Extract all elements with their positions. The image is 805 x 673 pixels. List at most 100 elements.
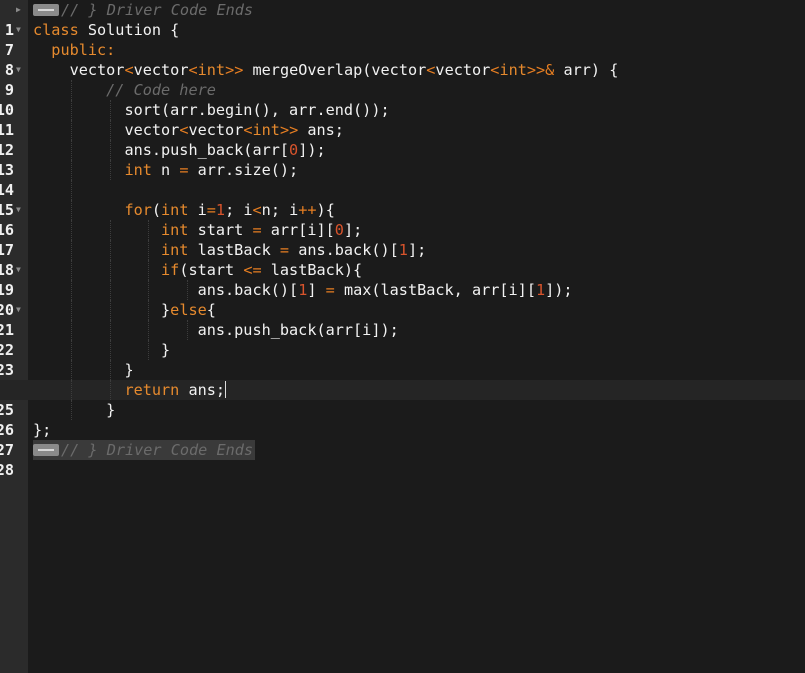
operator: >>	[279, 121, 299, 139]
code-line-20[interactable]: 20 ans.back()[1] = max(lastBack, arr[i][…	[0, 280, 805, 319]
code-line-10[interactable]: 10 // Code here	[0, 80, 805, 119]
code-text: ]);	[298, 141, 326, 159]
code-editor[interactable]: 1 ▶ // } Driver Code Ends 7 ▼ class Solu…	[0, 0, 805, 673]
code-text: arr) {	[554, 61, 619, 79]
code-text: arr[i][	[261, 221, 335, 239]
code-text: ];	[407, 241, 427, 259]
line-content: }	[33, 400, 115, 420]
code-text: max(lastBack, arr[i][	[334, 281, 536, 299]
indent-guide	[71, 180, 72, 200]
code-line-24[interactable]: 24 }	[0, 360, 805, 399]
code-text: n	[151, 161, 180, 179]
code-text: sort(arr.begin(), arr.end());	[124, 101, 390, 119]
line-content: // } Driver Code Ends	[33, 0, 253, 20]
operator: =	[325, 281, 335, 299]
folded-region-icon[interactable]	[33, 444, 59, 456]
text-cursor	[225, 381, 227, 398]
code-text: lastBack){	[261, 261, 363, 279]
keyword: public:	[51, 41, 116, 59]
code-line-25-active[interactable]: 25 return ans;	[0, 380, 805, 419]
code-text: (	[151, 201, 162, 219]
code-text: n; i	[261, 201, 299, 219]
number-literal: 1	[398, 241, 408, 259]
code-line-26[interactable]: 26 }	[0, 400, 805, 439]
operator: <=	[243, 261, 262, 279]
line-content: int start = arr[i][0];	[33, 220, 362, 240]
code-line-9[interactable]: 9 ▼ vector<vector<int>> mergeOverlap(vec…	[0, 60, 805, 99]
code-text: i	[188, 201, 207, 219]
code-text: start	[188, 221, 253, 239]
keyword: if	[161, 261, 180, 279]
code-line-22[interactable]: 22 ans.push_back(arr[i]);	[0, 320, 805, 359]
code-text: ans.back()[	[289, 241, 399, 259]
code-text: Solution {	[87, 21, 180, 39]
line-content: ans.push_back(arr[0]);	[33, 140, 326, 160]
code-text: ]);	[545, 281, 573, 299]
line-content: ans.back()[1] = max(lastBack, arr[i][1])…	[33, 280, 573, 300]
code-line-1[interactable]: 1 ▶ // } Driver Code Ends	[0, 0, 805, 39]
fold-collapse-icon[interactable]: ▼	[16, 260, 21, 280]
code-text: }	[161, 301, 171, 319]
operator: <	[252, 201, 262, 219]
code-line-8[interactable]: 8 public:	[0, 40, 805, 79]
code-text: vector	[371, 61, 427, 79]
keyword: for	[124, 201, 152, 219]
line-content: // Code here	[33, 80, 216, 100]
operator: =	[206, 201, 216, 219]
line-content: if(start <= lastBack){	[33, 260, 362, 280]
code-line-13[interactable]: 13 ans.push_back(arr[0]);	[0, 140, 805, 179]
number-literal: 1	[535, 281, 546, 299]
operator: <	[188, 61, 198, 79]
code-text: vector	[124, 121, 180, 139]
keyword: else	[170, 301, 207, 319]
code-text: mergeOverlap(	[243, 61, 372, 79]
code-text: ]	[307, 281, 326, 299]
code-line-16[interactable]: 16 ▼ for(int i=1; i<n; i++){	[0, 200, 805, 239]
code-text: }	[161, 341, 171, 359]
fold-collapse-icon[interactable]: ▼	[16, 20, 21, 40]
code-area[interactable]: 1 ▶ // } Driver Code Ends 7 ▼ class Solu…	[0, 0, 805, 479]
code-text: (start	[179, 261, 244, 279]
code-line-21[interactable]: 21 ▼ }else{	[0, 300, 805, 339]
code-line-7[interactable]: 7 ▼ class Solution {	[0, 20, 805, 59]
code-text: }	[106, 401, 116, 419]
code-line-15[interactable]: 15	[0, 180, 805, 219]
keyword: int	[161, 241, 189, 259]
keyword: int	[161, 201, 189, 219]
code-text: arr.size();	[188, 161, 299, 179]
line-content: vector<vector<int>> ans;	[33, 120, 344, 140]
line-number: 28	[0, 461, 14, 479]
line-content: int n = arr.size();	[33, 160, 298, 180]
code-line-18[interactable]: 18 int lastBack = ans.back()[1];	[0, 240, 805, 279]
operator: ++	[298, 201, 317, 219]
code-line-27[interactable]: 27 };	[0, 420, 805, 459]
code-line-19[interactable]: 19 ▼ if(start <= lastBack){	[0, 260, 805, 299]
operator: =	[279, 241, 290, 259]
keyword: class	[33, 21, 79, 39]
fold-collapse-icon[interactable]: ▼	[16, 200, 21, 220]
code-line-28[interactable]: 28 // } Driver Code Ends	[0, 440, 805, 479]
keyword: int	[161, 221, 189, 239]
code-line-12[interactable]: 12 vector<vector<int>> ans;	[0, 120, 805, 159]
code-line-17[interactable]: 17 int start = arr[i][0];	[0, 220, 805, 259]
number-literal: 0	[289, 141, 299, 159]
code-line-11[interactable]: 11 sort(arr.begin(), arr.end());	[0, 100, 805, 139]
code-text: {	[206, 301, 216, 319]
folded-region-icon[interactable]	[33, 4, 59, 16]
code-line-23[interactable]: 23 }	[0, 340, 805, 379]
code-text: ; i	[225, 201, 253, 219]
code-text: vector	[69, 61, 125, 79]
code-line-14[interactable]: 14 int n = arr.size();	[0, 160, 805, 199]
code-text: };	[33, 421, 52, 439]
code-text: ans;	[298, 121, 344, 139]
line-content: public:	[33, 40, 115, 60]
line-content: class Solution {	[33, 20, 179, 40]
line-content: // } Driver Code Ends	[33, 440, 256, 460]
code-text: ans.back()[	[197, 281, 299, 299]
fold-collapse-icon[interactable]: ▼	[16, 60, 21, 80]
code-text: ans;	[179, 381, 226, 399]
fold-collapse-icon[interactable]: ▼	[16, 300, 21, 320]
fold-expand-icon[interactable]: ▶	[16, 0, 21, 20]
code-text: vector	[188, 121, 244, 139]
code-text: ans.push_back(arr[i]);	[197, 321, 399, 339]
